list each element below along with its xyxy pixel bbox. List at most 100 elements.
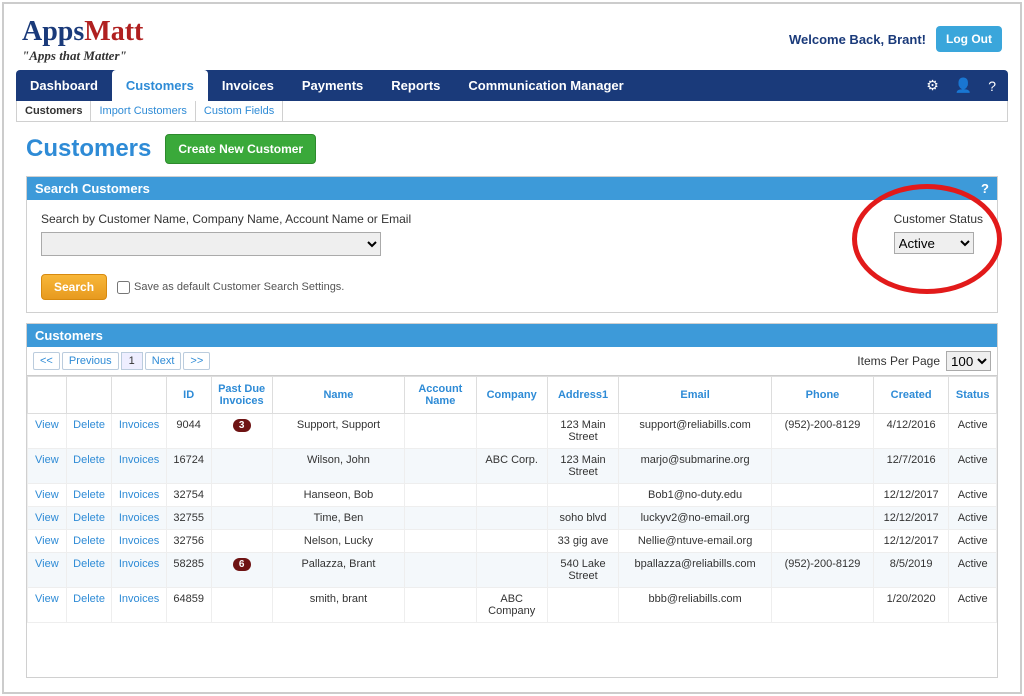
save-default-group[interactable]: Save as default Customer Search Settings… [117,281,344,294]
row-delete-link[interactable]: Delete [66,484,112,507]
col-id[interactable]: ID [166,377,211,414]
row-view-link[interactable]: View [28,414,67,449]
items-per-page-select[interactable]: 100 [946,351,991,371]
search-button[interactable]: Search [41,274,107,300]
pager-next[interactable]: Next [145,352,182,370]
row-invoices-link[interactable]: Invoices [112,588,166,623]
row-delete-link[interactable]: Delete [66,588,112,623]
row-company: ABC Company [476,588,547,623]
subnav-import-customers[interactable]: Import Customers [91,101,195,121]
row-phone [772,449,874,484]
nav-communication-manager[interactable]: Communication Manager [454,70,637,101]
row-past-due [211,588,272,623]
subnav-customers[interactable]: Customers [17,101,91,121]
row-invoices-link[interactable]: Invoices [112,484,166,507]
row-delete-link[interactable]: Delete [66,553,112,588]
col-delete[interactable] [66,377,112,414]
col-phone[interactable]: Phone [772,377,874,414]
grid-wrap[interactable]: ID Past Due Invoices Name Account Name C… [27,375,997,623]
user-icon[interactable]: 👤 [955,77,972,94]
col-email[interactable]: Email [619,377,772,414]
col-address[interactable]: Address1 [547,377,618,414]
search-help-icon[interactable]: ? [981,181,989,196]
row-view-link[interactable]: View [28,553,67,588]
row-invoices-link[interactable]: Invoices [112,507,166,530]
row-invoices-link[interactable]: Invoices [112,414,166,449]
row-status: Active [949,530,997,553]
logout-button[interactable]: Log Out [936,26,1002,52]
search-input[interactable] [41,232,381,256]
row-company [476,530,547,553]
table-row: ViewDeleteInvoices582856Pallazza, Brant5… [28,553,997,588]
row-account [405,484,476,507]
subnav-custom-fields[interactable]: Custom Fields [196,101,283,121]
row-id: 32754 [166,484,211,507]
row-invoices-link[interactable]: Invoices [112,530,166,553]
row-account [405,553,476,588]
row-invoices-link[interactable]: Invoices [112,553,166,588]
row-delete-link[interactable]: Delete [66,449,112,484]
row-view-link[interactable]: View [28,449,67,484]
row-id: 58285 [166,553,211,588]
nav-dashboard[interactable]: Dashboard [16,70,112,101]
pager-last[interactable]: >> [183,352,210,370]
items-per-page: Items Per Page 100 [857,351,991,371]
col-created[interactable]: Created [873,377,948,414]
row-delete-link[interactable]: Delete [66,414,112,449]
row-view-link[interactable]: View [28,507,67,530]
col-name[interactable]: Name [272,377,404,414]
row-status: Active [949,588,997,623]
pager-row: << Previous 1 Next >> Items Per Page 100 [27,347,997,375]
table-row: ViewDeleteInvoices16724Wilson, JohnABC C… [28,449,997,484]
logo-matt: Matt [84,16,143,47]
col-account[interactable]: Account Name [405,377,476,414]
page-header: Customers Create New Customer [26,134,998,164]
gear-icon[interactable]: ⚙ [926,77,939,94]
table-row: ViewDeleteInvoices64859smith, brantABC C… [28,588,997,623]
row-id: 16724 [166,449,211,484]
row-created: 12/7/2016 [873,449,948,484]
nav-customers[interactable]: Customers [112,70,208,101]
help-icon[interactable]: ? [988,78,996,94]
pager-prev[interactable]: Previous [62,352,119,370]
pager-page: 1 [121,352,143,370]
create-customer-button[interactable]: Create New Customer [165,134,316,164]
row-name: Pallazza, Brant [272,553,404,588]
logo: AppsMatt "Apps that Matter" [22,16,143,64]
row-account [405,449,476,484]
row-name: Hanseon, Bob [272,484,404,507]
row-invoices-link[interactable]: Invoices [112,449,166,484]
nav-icons: ⚙ 👤 ? [926,70,1008,101]
row-view-link[interactable]: View [28,484,67,507]
save-default-checkbox[interactable] [117,281,130,294]
col-invoices[interactable] [112,377,166,414]
row-address: soho blvd [547,507,618,530]
welcome-area: Welcome Back, Brant! Log Out [789,26,1002,52]
logo-tagline: "Apps that Matter" [22,48,143,64]
row-delete-link[interactable]: Delete [66,530,112,553]
row-address [547,484,618,507]
status-select[interactable]: Active [894,232,974,254]
row-status: Active [949,414,997,449]
nav-invoices[interactable]: Invoices [208,70,288,101]
past-due-badge: 6 [233,558,251,571]
row-name: Nelson, Lucky [272,530,404,553]
pager-first[interactable]: << [33,352,60,370]
row-past-due [211,507,272,530]
col-view[interactable] [28,377,67,414]
main-nav-list: Dashboard Customers Invoices Payments Re… [16,70,638,101]
row-account [405,414,476,449]
row-phone: (952)-200-8129 [772,553,874,588]
row-view-link[interactable]: View [28,588,67,623]
nav-reports[interactable]: Reports [377,70,454,101]
search-field-group: Search by Customer Name, Company Name, A… [41,212,411,256]
status-label: Customer Status [894,212,983,226]
nav-payments[interactable]: Payments [288,70,377,101]
row-delete-link[interactable]: Delete [66,507,112,530]
row-view-link[interactable]: View [28,530,67,553]
search-actions: Search Save as default Customer Search S… [41,274,983,300]
col-status[interactable]: Status [949,377,997,414]
row-email: support@reliabills.com [619,414,772,449]
col-past-due[interactable]: Past Due Invoices [211,377,272,414]
col-company[interactable]: Company [476,377,547,414]
